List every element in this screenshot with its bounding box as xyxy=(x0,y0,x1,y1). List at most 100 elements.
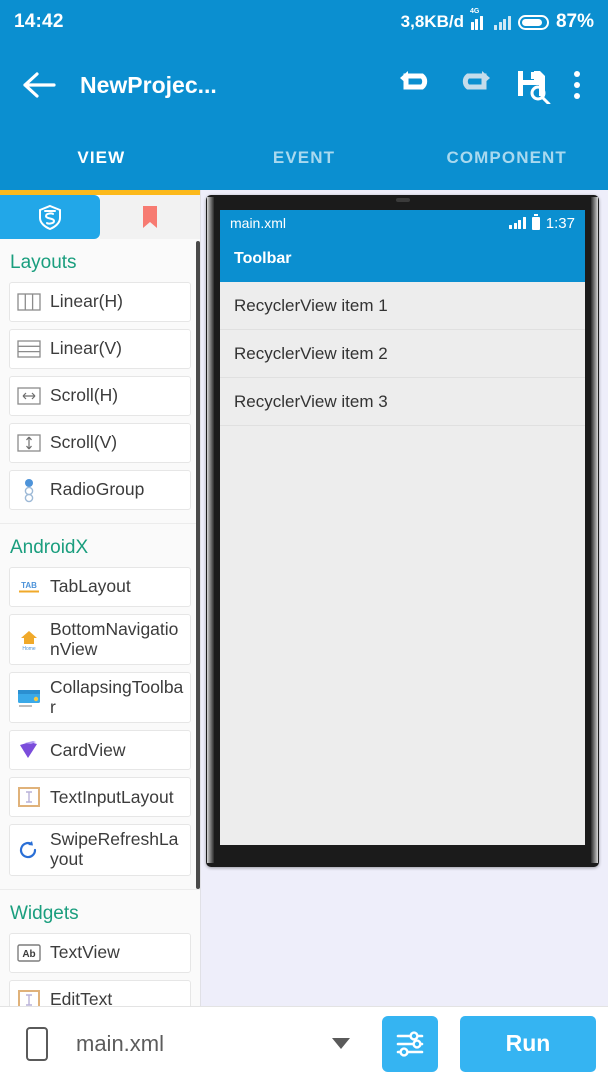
palette-item-label: RadioGroup xyxy=(50,479,145,500)
collapsing-toolbar-icon xyxy=(16,685,42,711)
scroll-horizontal-icon xyxy=(16,383,42,409)
tab-event[interactable]: EVENT xyxy=(203,148,406,168)
phone-preview-frame: main.xml 1:37 Toolbar RecyclerView item … xyxy=(206,195,599,867)
preview-status-right: 1:37 xyxy=(509,213,575,232)
palette-item-bottomnavigationview[interactable]: Home BottomNavigationView xyxy=(9,614,191,666)
arrow-left-icon xyxy=(23,72,56,98)
app-root: 14:42 3,8KB/d 4G 87% NewProjec... VIEW E… xyxy=(0,0,608,1080)
save-button[interactable] xyxy=(504,57,560,113)
palette-tab-widgets[interactable] xyxy=(0,195,100,239)
svg-text:Ab: Ab xyxy=(22,949,35,960)
preview-signal-icon xyxy=(509,217,526,229)
palette-item-label: SwipeRefreshLayout xyxy=(50,829,179,869)
linear-horizontal-icon xyxy=(16,289,42,315)
palette-group-androidx: AndroidX TAB TabLayout Home BottomNaviga… xyxy=(0,524,200,890)
palette-item-collapsingtoolbar[interactable]: CollapsingToolbar xyxy=(9,672,191,724)
palette-item-swiperefreshlayout[interactable]: SwipeRefreshLayout xyxy=(9,824,191,876)
svg-text:Home: Home xyxy=(22,646,36,652)
svg-text:TAB: TAB xyxy=(21,581,37,590)
undo-button[interactable] xyxy=(388,57,444,113)
preview-toolbar[interactable]: Toolbar xyxy=(220,236,585,282)
palette-item-scroll-h[interactable]: Scroll(H) xyxy=(9,376,191,416)
palette-item-textview[interactable]: Ab TextView xyxy=(9,932,191,973)
palette-item-edittext[interactable]: EditText xyxy=(9,979,191,1006)
tab-layout-icon: TAB xyxy=(16,574,42,600)
palette-scroll-area[interactable]: Layouts Linear(H) Linear(V) Scroll(H) Sc… xyxy=(0,239,200,1006)
recycler-item[interactable]: RecyclerView item 3 xyxy=(220,378,585,426)
phone-screen[interactable]: main.xml 1:37 Toolbar RecyclerView item … xyxy=(220,210,585,845)
palette-group-layouts: Layouts Linear(H) Linear(V) Scroll(H) Sc… xyxy=(0,239,200,524)
phone-outline-icon xyxy=(26,1026,48,1061)
palette-item-textinputlayout[interactable]: TextInputLayout xyxy=(9,777,191,818)
more-vertical-icon xyxy=(574,71,580,77)
network-speed-label: 3,8KB/d xyxy=(400,12,464,31)
back-button[interactable] xyxy=(16,70,62,100)
run-button[interactable]: Run xyxy=(460,1015,596,1072)
palette-tab-row xyxy=(0,195,200,239)
main-tab-bar: VIEW EVENT COMPONENT xyxy=(0,126,608,190)
palette-item-linear-v[interactable]: Linear(V) xyxy=(9,329,191,369)
bookmark-icon xyxy=(143,206,157,228)
redo-icon xyxy=(462,71,490,90)
text-input-layout-icon xyxy=(16,784,42,810)
palette-item-scroll-v[interactable]: Scroll(V) xyxy=(9,423,191,463)
palette-item-label: CardView xyxy=(50,739,126,760)
sliders-icon xyxy=(396,1030,424,1057)
signal-strength-icon-2 xyxy=(494,15,511,30)
section-title-androidx: AndroidX xyxy=(10,537,89,558)
undo-icon xyxy=(400,71,428,90)
current-file-label: main.xml xyxy=(76,1030,165,1056)
palette-item-label: TextInputLayout xyxy=(50,786,174,807)
redo-button[interactable] xyxy=(446,57,502,113)
chevron-down-icon[interactable] xyxy=(332,1038,350,1049)
save-floppy-icon xyxy=(518,71,551,104)
edit-text-icon xyxy=(16,987,42,1006)
shield-s-icon xyxy=(39,204,61,230)
palette-item-label: Linear(H) xyxy=(50,291,123,312)
radio-group-icon xyxy=(16,477,42,503)
palette-sidebar: Layouts Linear(H) Linear(V) Scroll(H) Sc… xyxy=(0,190,200,1006)
palette-item-label: TabLayout xyxy=(50,576,131,597)
phone-bezel-left xyxy=(207,197,214,863)
section-title-layouts: Layouts xyxy=(10,252,77,273)
battery-percent-label: 87% xyxy=(555,11,594,32)
signal-strength-icon-1: 4G xyxy=(470,8,488,30)
bottom-bar: main.xml Run xyxy=(0,1006,608,1080)
status-bar-right-group: 3,8KB/d 4G 87% xyxy=(400,8,594,33)
palette-item-label: TextView xyxy=(50,941,120,962)
card-view-icon xyxy=(16,737,42,763)
tab-component[interactable]: COMPONENT xyxy=(405,148,608,168)
palette-item-label: EditText xyxy=(50,988,113,1006)
swipe-refresh-icon xyxy=(16,837,42,863)
system-clock: 14:42 xyxy=(14,11,64,32)
overflow-menu-button[interactable] xyxy=(562,71,592,99)
palette-item-radiogroup[interactable]: RadioGroup xyxy=(9,470,191,510)
palette-item-label: Scroll(H) xyxy=(50,385,119,406)
palette-item-label: CollapsingToolbar xyxy=(50,677,184,717)
app-bar: NewProjec... xyxy=(0,44,608,126)
recycler-item[interactable]: RecyclerView item 2 xyxy=(220,330,585,378)
scroll-vertical-icon xyxy=(16,430,42,456)
palette-item-cardview[interactable]: CardView xyxy=(9,730,191,771)
recycler-item[interactable]: RecyclerView item 1 xyxy=(220,282,585,330)
palette-group-widgets: Widgets Ab TextView EditText xyxy=(0,890,200,1006)
palette-tab-favorites[interactable] xyxy=(100,195,200,239)
design-canvas[interactable]: main.xml 1:37 Toolbar RecyclerView item … xyxy=(200,190,608,1006)
phone-bezel-right xyxy=(591,197,598,863)
palette-item-label: BottomNavigationView xyxy=(50,619,179,659)
preview-status-bar: main.xml 1:37 xyxy=(220,210,585,236)
tab-view[interactable]: VIEW xyxy=(0,148,203,168)
preview-battery-icon xyxy=(531,213,540,230)
preview-file-label: main.xml xyxy=(230,215,287,231)
palette-item-label: Linear(V) xyxy=(50,338,122,359)
linear-vertical-icon xyxy=(16,336,42,362)
network-type-label: 4G xyxy=(469,7,480,15)
settings-button[interactable] xyxy=(382,1015,438,1072)
text-view-icon: Ab xyxy=(16,940,42,966)
section-title-widgets: Widgets xyxy=(10,902,79,924)
main-body: Layouts Linear(H) Linear(V) Scroll(H) Sc… xyxy=(0,190,608,1006)
bottom-navigation-icon: Home xyxy=(16,627,42,653)
palette-item-linear-h[interactable]: Linear(H) xyxy=(9,282,191,322)
preview-clock: 1:37 xyxy=(545,214,575,232)
palette-item-tablayout[interactable]: TAB TabLayout xyxy=(9,567,191,607)
